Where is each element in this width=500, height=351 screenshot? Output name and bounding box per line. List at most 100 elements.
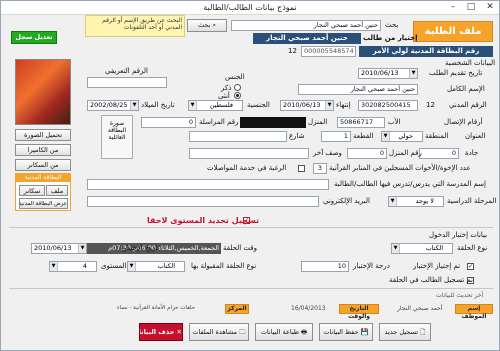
civil-label: الرقم المدني xyxy=(449,101,487,109)
new-record-button[interactable]: 🗋 تسجيل جديد xyxy=(379,323,431,341)
guardian-id-field[interactable]: 000005548574 xyxy=(301,46,356,57)
birth-date-picker[interactable]: 2002/08/25 ▼ xyxy=(87,100,139,111)
expiry-date-value: 2010/06/13 xyxy=(283,101,321,109)
datetime-value: 16/04/2013 xyxy=(291,305,326,312)
student-form-window: نموذج بيانات الطالب/الطالبة – □ ✕ ملف ال… xyxy=(0,0,500,351)
email-field[interactable] xyxy=(87,196,319,207)
save-button[interactable]: 💾 حفظ البيانات xyxy=(319,323,373,341)
chevron-down-icon: ▼ xyxy=(128,262,136,271)
nationality-select[interactable]: فلسطين ▼ xyxy=(188,100,243,111)
selected-student[interactable]: حنين أحمد صبحي النجار xyxy=(253,33,361,44)
window-title: نموذج بيانات الطالب/الطالبة xyxy=(203,3,297,12)
test-type-label: نوع الحلقة xyxy=(457,244,488,252)
street-field[interactable] xyxy=(189,131,287,142)
edit-record-button[interactable]: تعديل سجل xyxy=(11,31,57,44)
close-button[interactable]: ✕ xyxy=(481,1,499,14)
nationality-label: الجنسية xyxy=(247,101,270,109)
minimize-button[interactable]: – xyxy=(444,1,462,14)
show-card-button[interactable]: عرض البطاقة المدنية xyxy=(19,198,68,209)
fullname-field[interactable]: حنين أحمد صبحي النجار xyxy=(298,84,418,95)
email-label: البريد الإلكتروني xyxy=(323,197,370,205)
registered-label: تم تسجيل الطالب في الحلقة xyxy=(389,276,473,284)
scanner-button[interactable]: من السكانر xyxy=(15,159,71,171)
stage-select[interactable]: لا يوجد ▼ xyxy=(388,196,444,207)
other-field[interactable] xyxy=(189,148,309,159)
search-input[interactable]: حنين أحمد صبحي النجار xyxy=(231,20,381,31)
maximize-button[interactable]: □ xyxy=(462,1,480,14)
block-label: القطعة xyxy=(353,132,374,140)
home-phone-label: المنزل xyxy=(308,118,328,126)
level-select[interactable]: 4 ▼ xyxy=(49,261,97,272)
mail-field[interactable]: 0 xyxy=(141,117,196,128)
chevron-down-icon: ▼ xyxy=(189,101,197,110)
search-label: بحث xyxy=(385,21,399,29)
entry-section-title: بيانات إختبار الدخول xyxy=(429,231,488,239)
view-files-label: مشاهدة الملفات xyxy=(192,328,238,336)
load-photo-button[interactable]: تحميل الصورة xyxy=(15,129,71,141)
level-label: المستوى xyxy=(101,262,127,270)
print-button[interactable]: 🖶 طباعة البيانات xyxy=(255,323,313,341)
test-date-label: تاريخ الإختبار xyxy=(123,244,160,252)
area-value: حولي xyxy=(398,132,413,140)
divider xyxy=(9,288,493,289)
school-label: إسم المدرسة التي يدرس/تدرس فيها الطالب/ا… xyxy=(334,180,486,188)
expiry-date-picker[interactable]: 2010/06/13 ▼ xyxy=(280,100,334,111)
gender-female-label: أنثى xyxy=(218,92,230,100)
father-phone-field[interactable]: 50866717 xyxy=(337,117,385,128)
view-files-button[interactable]: 🗀 مشاهدة الملفات xyxy=(189,323,249,341)
id-number-field[interactable] xyxy=(87,77,167,88)
chevron-down-icon: ▼ xyxy=(409,69,417,78)
jadda-field[interactable]: 0 xyxy=(419,148,459,159)
area-select[interactable]: حولي ▼ xyxy=(381,131,423,142)
file-button[interactable]: ملف xyxy=(46,185,68,196)
reg-date-value: 2010/06/13 xyxy=(361,69,399,77)
birth-date-value: 2002/08/25 xyxy=(90,101,128,109)
employee-value: أحمد صبحي النجار xyxy=(397,305,443,312)
civil-field[interactable]: 302082500415 xyxy=(358,100,418,111)
print-label: طباعة البيانات xyxy=(260,328,299,336)
birth-label: تاريخ الميلاد xyxy=(141,101,175,109)
grade-field[interactable]: 10 xyxy=(301,261,349,272)
test-date-value: 2010/06/13 xyxy=(34,244,72,252)
chevron-down-icon: ▼ xyxy=(389,197,397,206)
files-icon: 🗀 xyxy=(237,328,246,336)
civil-card-group: البطاقة المدنية ملف سكانر عرض البطاقة ال… xyxy=(15,173,71,211)
circle-time-label: وقت الحلقة xyxy=(223,244,258,252)
scanner-card-button[interactable]: سكانر xyxy=(19,185,45,196)
choose-student-label: إختيار من طالب xyxy=(363,34,418,42)
chevron-down-icon: ▼ xyxy=(78,244,86,253)
jadda-label: جادة xyxy=(465,149,479,157)
test-passed-label: تم إجتياز الإختبار xyxy=(413,262,461,270)
area-label: المنطقة xyxy=(425,132,449,140)
camera-button[interactable]: من الكاميرا xyxy=(15,144,71,156)
school-field[interactable] xyxy=(87,179,329,190)
new-record-label: تسجيل جديد xyxy=(384,328,419,336)
guardian-num: 12 xyxy=(288,47,297,55)
reg-date-picker[interactable]: 2010/06/13 ▼ xyxy=(358,68,418,79)
block-field[interactable]: 1 xyxy=(321,131,351,142)
gender-male-radio[interactable] xyxy=(234,84,241,91)
father-label: الأب xyxy=(388,118,401,126)
test-type-value: الكتاب xyxy=(425,244,443,252)
accepted-type-select[interactable]: الكتاب ▼ xyxy=(127,261,185,272)
test-date-picker[interactable]: 2010/06/13 ▼ xyxy=(31,243,87,254)
last-edit-label: آخر تحديث للبيانات xyxy=(436,292,484,299)
reg-date-label: تاريخ تقديم الطلب xyxy=(429,69,483,77)
siblings-field[interactable]: 3 xyxy=(313,163,327,174)
transport-checkbox[interactable] xyxy=(298,165,305,172)
home-phone-field[interactable] xyxy=(240,117,306,128)
new-icon: 🗋 xyxy=(418,328,426,336)
delete-button[interactable]: ✕ حذف البيانات xyxy=(139,323,183,341)
guardian-id-label: رقم البطاقة المدنية لولي الأمر xyxy=(359,46,493,57)
house-field[interactable]: 0 xyxy=(347,148,387,159)
gender-female-radio[interactable] xyxy=(234,92,241,99)
test-passed-checkbox[interactable]: ✓ xyxy=(467,263,474,270)
level-value: 4 xyxy=(82,262,87,270)
personal-section-title: البيانات الشخصية xyxy=(445,59,496,67)
employee-label: إسم الموظف xyxy=(455,304,493,320)
test-type-select[interactable]: الكتاب ▼ xyxy=(391,243,453,254)
family-card-box[interactable]: صورة البطاقة العائلية xyxy=(101,115,133,159)
chevron-down-icon: ▼ xyxy=(130,101,138,110)
delete-icon: ✕ xyxy=(174,328,182,336)
search-button[interactable]: ⌕ بحث xyxy=(187,19,227,32)
